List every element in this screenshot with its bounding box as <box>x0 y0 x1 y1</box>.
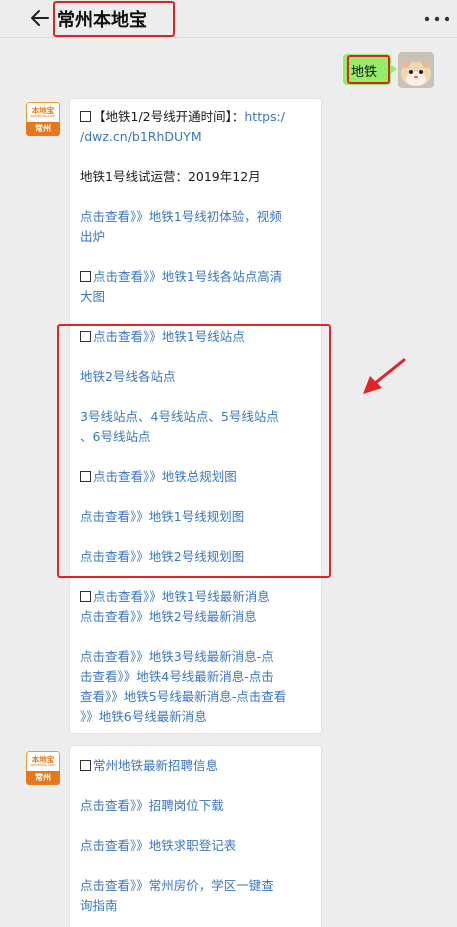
chat-title: 常州本地宝 <box>57 10 147 31</box>
back-arrow-icon[interactable] <box>28 6 52 30</box>
hamster-avatar-icon <box>398 52 434 88</box>
avatar-url-text: bendibao.com <box>30 114 56 118</box>
link-text[interactable]: https:/ <box>244 109 285 124</box>
avatar-city-text: 常州 <box>35 773 51 782</box>
link-text[interactable]: 点击查看》》常州房价，学区一键查 <box>80 876 274 896</box>
bot-avatar[interactable]: 本地宝 bendibao.com 常州 <box>26 751 60 785</box>
highlight-rectangle <box>57 324 331 578</box>
checkbox-glyph-icon <box>80 271 91 282</box>
message-line: 【地铁1/2号线开通时间】：https:/ <box>80 107 285 127</box>
link-text[interactable]: 大图 <box>80 287 105 307</box>
link-text[interactable]: 点击查看》》地铁1号线最新消息 <box>80 587 270 607</box>
link-text[interactable]: 点击查看》》招聘岗位下载 <box>80 796 224 816</box>
checkbox-glyph-icon <box>80 591 91 602</box>
red-arrow-icon <box>363 358 406 394</box>
link-text[interactable]: 点击查看》》地铁1号线初体验，视频 <box>80 207 282 227</box>
link-text[interactable]: 询指南 <box>80 896 118 916</box>
link-text[interactable]: 》》地铁6号线最新消息 <box>80 707 207 727</box>
checkbox-glyph-icon <box>80 111 91 122</box>
bot-avatar[interactable]: 本地宝 bendibao.com 常州 <box>26 102 60 136</box>
link-text[interactable]: 点击查看》》地铁2号线最新消息 <box>80 607 257 627</box>
avatar-city-text: 常州 <box>35 124 51 133</box>
avatar-url-text: bendibao.com <box>30 763 56 767</box>
link-text[interactable]: /dwz.cn/b1RhDUYM <box>80 127 202 147</box>
link-text[interactable]: 出炉 <box>80 227 105 247</box>
user-avatar[interactable] <box>398 52 434 88</box>
link-text[interactable]: 点击查看》》地铁求职登记表 <box>80 836 236 856</box>
user-message-text: 地铁 <box>351 65 378 80</box>
chat-header: 常州本地宝 <box>0 0 457 38</box>
checkbox-glyph-icon <box>80 760 91 771</box>
link-text[interactable]: 常州地铁最新招聘信息 <box>80 756 218 776</box>
message-line: 地铁1号线试运营：2019年12月 <box>80 169 261 184</box>
link-text[interactable]: 点击查看》》地铁1号线各站点高清 <box>80 267 282 287</box>
link-text[interactable]: 击查看》》地铁4号线最新消息-点击 <box>80 667 274 687</box>
link-text[interactable]: 点击查看》》地铁3号线最新消息-点 <box>80 647 274 667</box>
more-options-icon[interactable] <box>424 16 450 22</box>
link-text[interactable]: 查看》》地铁5号线最新消息-点击查看 <box>80 687 286 707</box>
